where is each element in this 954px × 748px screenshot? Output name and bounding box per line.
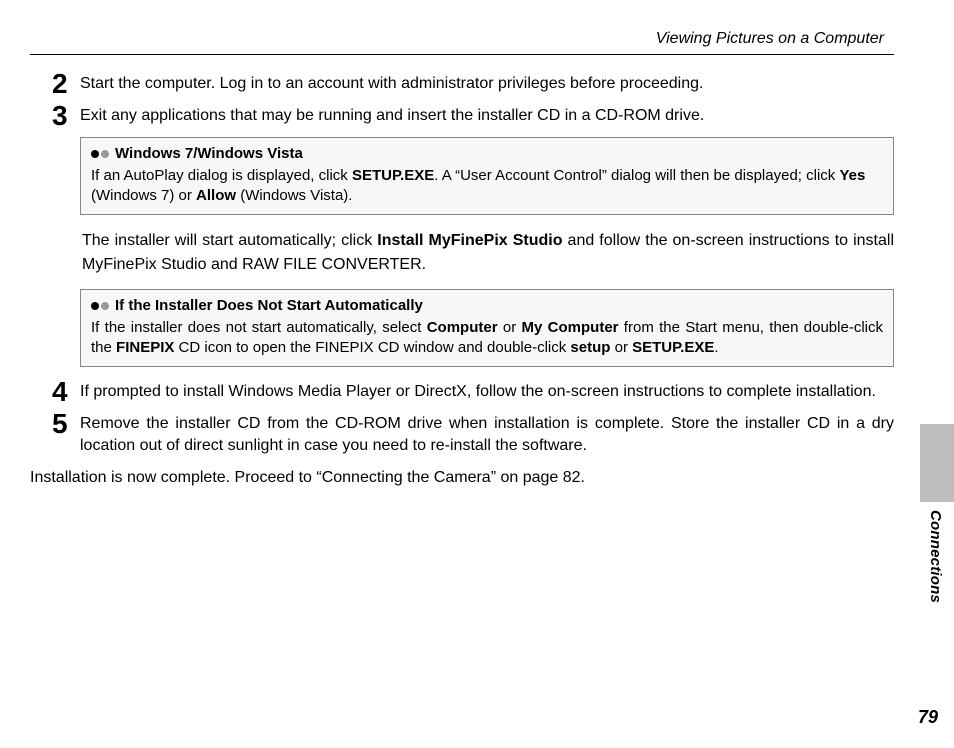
bold-text: Install MyFinePix Studio	[377, 232, 562, 249]
header-rule	[30, 54, 894, 55]
text: If an AutoPlay dialog is displayed, clic…	[91, 167, 352, 184]
bold-text: Yes	[839, 167, 865, 184]
step-list-continued: 4 If prompted to install Windows Media P…	[30, 381, 894, 457]
text: (Windows 7) or	[91, 187, 196, 204]
note-box-windows: Windows 7/Windows Vista If an AutoPlay d…	[80, 137, 894, 215]
step-2: 2 Start the computer. Log in to an accou…	[52, 73, 894, 95]
running-header: Viewing Pictures on a Computer	[30, 30, 894, 54]
bold-text: Computer	[427, 319, 498, 336]
note-box-installer: If the Installer Does Not Start Automati…	[80, 289, 894, 367]
bold-text: SETUP.EXE	[632, 339, 714, 356]
step-number: 2	[52, 73, 80, 95]
text: .	[714, 339, 718, 356]
thumb-index-tab	[920, 424, 954, 502]
note-body: If the installer does not start automati…	[91, 318, 883, 358]
step-number: 3	[52, 105, 80, 127]
note-heading: If the Installer Does Not Start Automati…	[91, 296, 883, 316]
step-number: 4	[52, 381, 80, 403]
step-text: Remove the installer CD from the CD-ROM …	[80, 413, 894, 457]
closing-paragraph: Installation is now complete. Proceed to…	[30, 467, 894, 489]
mid-paragraph: The installer will start automatically; …	[82, 229, 894, 277]
step-3: 3 Exit any applications that may be runn…	[52, 105, 894, 127]
bullet-icon	[91, 302, 109, 310]
text: or	[498, 319, 522, 336]
bold-text: FINEPIX	[116, 339, 174, 356]
step-4: 4 If prompted to install Windows Media P…	[52, 381, 894, 403]
section-label: Connections	[927, 510, 944, 603]
step-number: 5	[52, 413, 80, 435]
note-title: Windows 7/Windows Vista	[115, 144, 303, 164]
bold-text: SETUP.EXE	[352, 167, 434, 184]
manual-page: Viewing Pictures on a Computer 2 Start t…	[0, 0, 954, 748]
step-text: Start the computer. Log in to an account…	[80, 73, 894, 95]
step-list: 2 Start the computer. Log in to an accou…	[30, 73, 894, 127]
text: . A “User Account Control” dialog will t…	[434, 167, 839, 184]
note-title: If the Installer Does Not Start Automati…	[115, 296, 423, 316]
step-5: 5 Remove the installer CD from the CD-RO…	[52, 413, 894, 457]
bold-text: Allow	[196, 187, 236, 204]
note-body: If an AutoPlay dialog is displayed, clic…	[91, 166, 883, 206]
note-heading: Windows 7/Windows Vista	[91, 144, 883, 164]
step-text: Exit any applications that may be runnin…	[80, 105, 894, 127]
bold-text: My Computer	[522, 319, 619, 336]
text: (Windows Vista).	[236, 187, 352, 204]
text: or	[610, 339, 632, 356]
bullet-icon	[91, 150, 109, 158]
page-number: 79	[918, 707, 938, 728]
text: The installer will start automatically; …	[82, 232, 377, 249]
text: CD icon to open the FINEPIX CD window an…	[174, 339, 570, 356]
bold-text: setup	[570, 339, 610, 356]
step-text: If prompted to install Windows Media Pla…	[80, 381, 894, 403]
text: If the installer does not start automati…	[91, 319, 427, 336]
